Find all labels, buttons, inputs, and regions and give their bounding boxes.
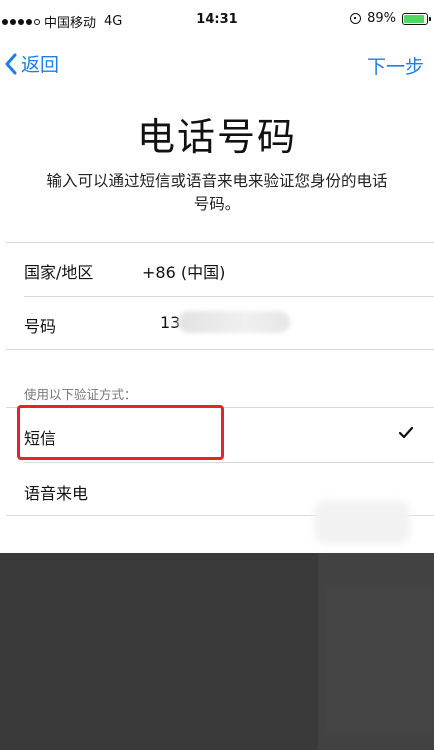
- back-button-label: 返回: [21, 54, 60, 76]
- battery-icon: [402, 12, 431, 25]
- verify-method-header: 使用以下验证方式：: [24, 387, 137, 402]
- checkmark-icon: [398, 426, 414, 439]
- dark-side-panel-inner: [326, 585, 434, 735]
- phone-row[interactable]: 号码 13: [0, 297, 434, 349]
- country-value: +86 (中国): [142, 263, 226, 282]
- country-label: 国家/地区: [24, 263, 94, 282]
- country-row[interactable]: 国家/地区 +86 (中国): [0, 243, 434, 295]
- rotation-lock-icon: [350, 13, 362, 24]
- page-description: 输入可以通过短信或语音来电来验证您身份的电话号码。: [46, 172, 388, 213]
- chevron-left-icon: [5, 53, 17, 74]
- back-button[interactable]: 返回: [4, 50, 59, 77]
- divider: [6, 349, 434, 350]
- verify-option-label: 语音来电: [24, 484, 89, 503]
- battery-fill: [404, 14, 424, 23]
- phone-label: 号码: [24, 317, 57, 336]
- page-title: 电话号码: [136, 115, 297, 159]
- navigation-bar: 返回 下一步: [0, 40, 434, 90]
- status-right: 89%: [350, 11, 431, 26]
- highlight-annotation: [17, 405, 224, 460]
- watermark-redaction: [314, 500, 410, 544]
- next-button[interactable]: 下一步: [367, 52, 424, 79]
- phone-number-redaction: [178, 311, 290, 333]
- phone-screen: 中国移动 4G 14:31 89% 返回 下一步 电话号码 输入可以通过短信或语…: [0, 0, 434, 553]
- battery-percent: 89%: [367, 11, 396, 26]
- status-bar: 中国移动 4G 14:31 89%: [0, 0, 434, 40]
